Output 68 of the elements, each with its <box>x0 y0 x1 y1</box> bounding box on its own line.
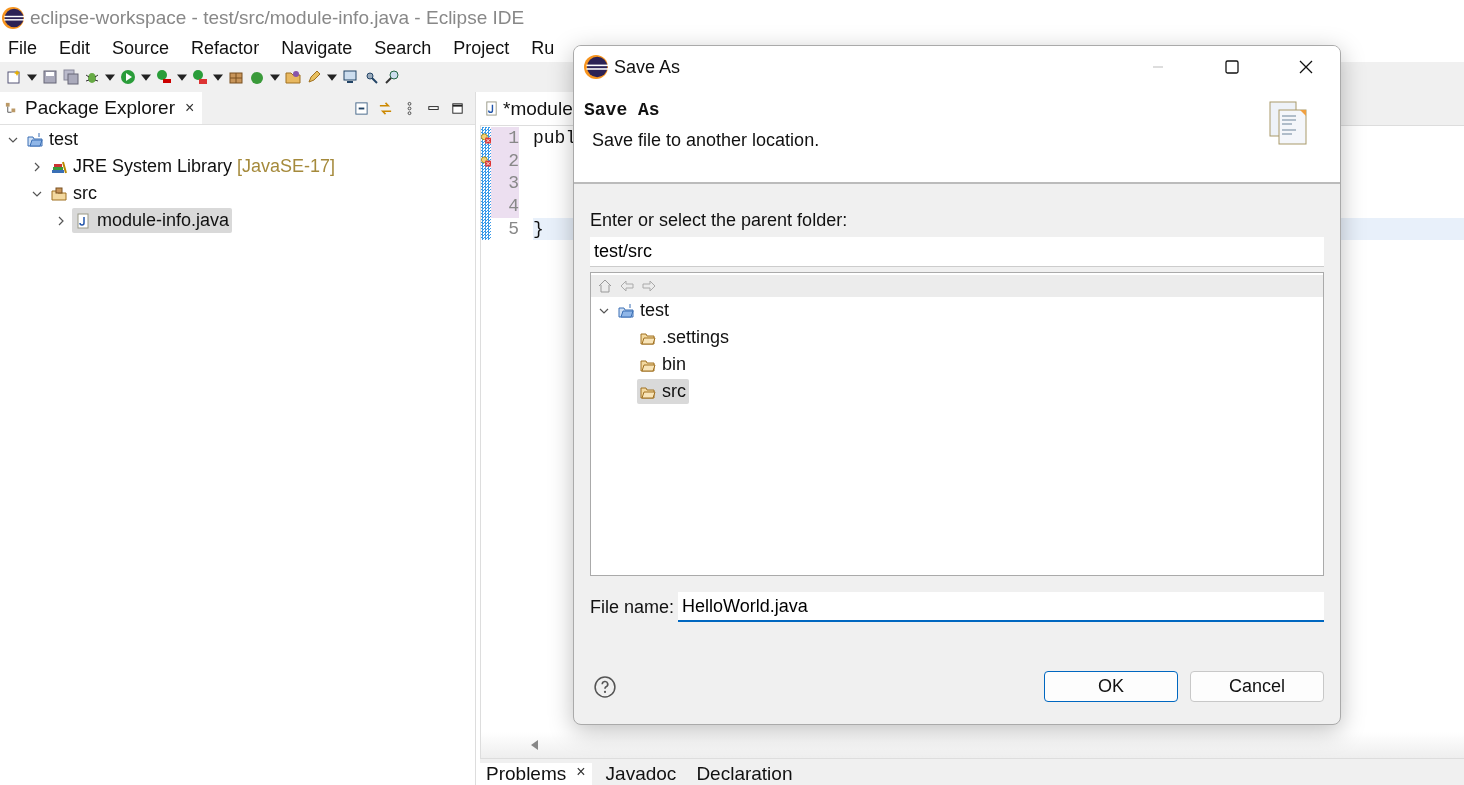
help-icon[interactable] <box>594 675 616 698</box>
caret-icon[interactable] <box>270 72 280 82</box>
menu-item[interactable]: Navigate <box>281 38 353 59</box>
view-tab[interactable]: Problems × <box>480 763 592 785</box>
tree-item[interactable]: bin <box>637 352 690 377</box>
window-title: eclipse-workspace - test/src/module-info.java - Eclipse IDE <box>30 6 525 29</box>
folder-icon[interactable] <box>285 69 301 85</box>
tree-item[interactable]: src <box>637 379 689 404</box>
menu-item[interactable]: File <box>8 38 37 59</box>
search-icon[interactable] <box>384 69 400 85</box>
chevron-icon[interactable] <box>32 161 42 172</box>
file-name-input-field[interactable]: HelloWorld.java <box>678 592 1324 622</box>
menu-item[interactable]: Edit <box>59 38 91 59</box>
package-explorer-tab[interactable]: Package Explorer × <box>0 92 203 124</box>
scroll-left-icon[interactable] <box>531 740 539 750</box>
tree-item[interactable]: .settings <box>637 325 733 350</box>
caret-icon[interactable] <box>327 72 337 82</box>
menu-item[interactable]: Search <box>374 38 432 59</box>
eclipse-logo-icon <box>584 55 608 79</box>
tree-item[interactable]: module-info.java <box>72 208 233 233</box>
view-tab[interactable]: Declaration <box>690 763 799 785</box>
line-number: 3 <box>491 172 519 196</box>
dialog-heading: Save As <box>584 100 661 120</box>
dialog-title: Save As <box>614 56 681 78</box>
project-folder-icon <box>618 302 634 319</box>
line-number: 1 <box>491 127 519 150</box>
tree-item[interactable]: src <box>48 181 100 206</box>
package-icon[interactable] <box>228 69 244 85</box>
package-folder-icon <box>51 185 67 202</box>
line-number: 5 <box>507 217 519 241</box>
code-line: } <box>533 219 544 240</box>
dialog-message: Save file to another location. <box>591 130 821 151</box>
folder-input-field[interactable]: test/src <box>590 237 1324 267</box>
save-all-icon[interactable] <box>63 69 79 85</box>
maximize-icon[interactable] <box>1224 59 1240 75</box>
maximize-icon[interactable] <box>450 100 465 116</box>
dialog-button[interactable]: OK <box>1044 671 1178 702</box>
file-name-label: File name: <box>590 596 675 618</box>
save-icon[interactable] <box>42 69 58 85</box>
tree-item[interactable]: JRE System Library [JavaSE-17] <box>48 154 339 179</box>
code-line: publ <box>533 128 577 149</box>
tree-item[interactable]: test <box>24 127 81 152</box>
caret-icon[interactable] <box>213 72 223 82</box>
monitor-icon[interactable] <box>342 69 358 85</box>
menu-item[interactable]: Project <box>453 38 510 59</box>
chevron-icon[interactable] <box>56 215 66 226</box>
run-icon[interactable] <box>120 69 136 85</box>
caret-icon[interactable] <box>27 72 37 82</box>
tree-item[interactable]: test <box>615 298 672 323</box>
line-number: 2 <box>491 149 519 173</box>
dialog-button[interactable]: Cancel <box>1190 671 1324 702</box>
java-file-icon <box>75 212 91 229</box>
link-icon[interactable] <box>378 100 393 116</box>
menu-item[interactable]: Source <box>112 38 170 59</box>
view-tab[interactable]: Javadoc <box>599 763 683 785</box>
menu-item[interactable]: Ru <box>531 38 555 59</box>
collapse-all-icon[interactable] <box>354 100 369 116</box>
caret-icon[interactable] <box>105 72 115 82</box>
caret-icon[interactable] <box>177 72 187 82</box>
line-number: 4 <box>491 195 519 218</box>
close-icon[interactable] <box>1298 59 1314 75</box>
project-folder-icon <box>27 131 43 148</box>
menu-item[interactable]: Refactor <box>191 38 260 59</box>
pen-icon[interactable] <box>306 69 322 85</box>
java-file-icon <box>484 101 499 116</box>
documents-icon <box>1268 100 1308 146</box>
folder-label: Enter or select the parent folder: <box>590 210 849 231</box>
caret-icon[interactable] <box>141 72 151 82</box>
